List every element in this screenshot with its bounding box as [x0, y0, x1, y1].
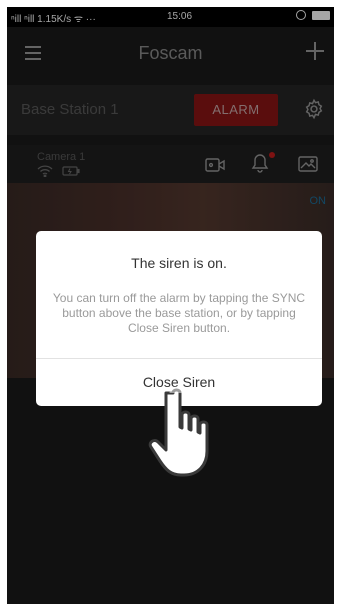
dialog-message: You can turn off the alarm by tapping th…	[52, 291, 306, 335]
phone-screen: ⁿill ⁿill 1.15K/s ᯤ ··· 15:06 Foscam Bas…	[7, 7, 334, 604]
hand-pointer-icon	[148, 386, 209, 477]
dialog-title: The siren is on.	[131, 255, 227, 271]
siren-dialog: The siren is on. You can turn off the al…	[36, 231, 322, 406]
